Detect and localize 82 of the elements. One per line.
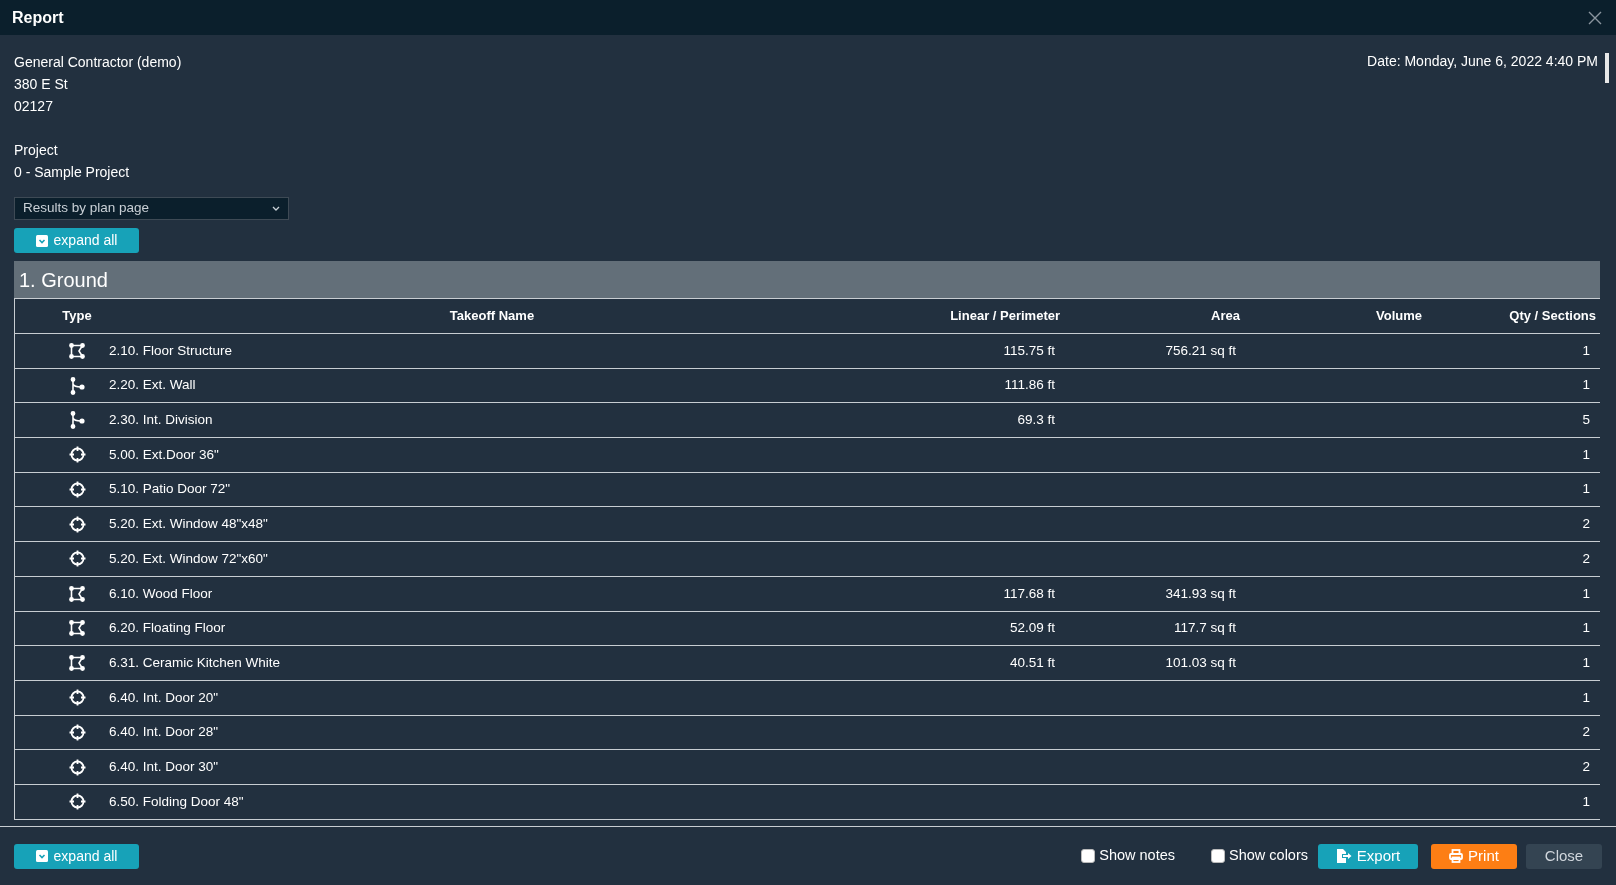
qty-value: 1 — [1582, 689, 1590, 705]
crosshair-icon — [68, 515, 86, 533]
checkbox[interactable] — [1081, 849, 1096, 863]
report-date: Date: Monday, June 6, 2022 4:40 PM — [1367, 52, 1598, 71]
column-header: Volume — [1375, 307, 1422, 326]
takeoff-name: 5.10. Patio Door 72" — [109, 480, 232, 499]
qty-value: 5 — [1582, 412, 1590, 428]
column-header: Type — [61, 307, 93, 326]
linear-value: 111.86 ft — [1004, 377, 1055, 393]
takeoff-name: 5.00. Ext.Door 36" — [109, 445, 220, 464]
takeoff-name: 2.20. Ext. Wall — [109, 376, 197, 395]
takeoff-name: 6.50. Folding Door 48" — [109, 792, 245, 811]
area-value: 341.93 sq ft — [1165, 585, 1236, 601]
qty-value: 2 — [1582, 724, 1590, 740]
crosshair-icon — [68, 723, 86, 741]
qty-value: 2 — [1582, 516, 1590, 532]
crosshair-icon — [68, 793, 86, 811]
branch-line-icon — [69, 376, 85, 395]
company-zip: 02127 — [14, 97, 54, 116]
caret-down-icon — [35, 850, 48, 862]
company-name: General Contractor (demo) — [14, 53, 182, 72]
branch-line-icon — [69, 411, 85, 430]
column-header: Qty / Sections — [1508, 307, 1597, 326]
qty-value: 1 — [1582, 793, 1590, 809]
expand-all-button[interactable]: expand all — [14, 843, 139, 869]
qty-value: 2 — [1582, 758, 1590, 774]
file-export-icon — [1335, 849, 1352, 863]
polygon-area-icon — [69, 585, 85, 602]
project-label: Project — [14, 141, 59, 160]
polygon-area-icon — [69, 620, 85, 637]
polygon-area-icon — [69, 342, 85, 359]
qty-value: 2 — [1582, 550, 1590, 566]
caret-down-icon — [35, 234, 48, 247]
qty-value: 1 — [1582, 446, 1590, 462]
area-value: 756.21 sq ft — [1165, 342, 1236, 358]
qty-value: 1 — [1582, 377, 1590, 393]
company-street: 380 E St — [14, 75, 69, 94]
printer-icon — [1449, 849, 1464, 863]
export-button[interactable]: Export — [1318, 843, 1418, 869]
chevron-down-icon — [272, 205, 280, 212]
checkbox[interactable] — [1211, 849, 1225, 863]
project-name: 0 - Sample Project — [14, 163, 131, 182]
checkbox-label: Show notes — [1099, 846, 1175, 866]
takeoff-name: 6.40. Int. Door 20" — [109, 688, 220, 707]
takeoff-name: 6.31. Ceramic Kitchen White — [109, 653, 282, 672]
takeoff-name: 2.10. Floor Structure — [109, 341, 234, 360]
linear-value: 52.09 ft — [1009, 620, 1055, 636]
qty-value: 1 — [1582, 585, 1590, 601]
crosshair-icon — [68, 481, 86, 499]
linear-value: 115.75 ft — [1003, 342, 1055, 358]
group-header[interactable]: 1. Ground — [14, 261, 1600, 298]
window-title: Report — [12, 7, 64, 28]
takeoff-name: 2.30. Int. Division — [109, 411, 214, 430]
view-select[interactable]: Results by plan page — [14, 197, 289, 220]
area-value: 101.03 sq ft — [1165, 654, 1236, 670]
crosshair-icon — [68, 446, 86, 464]
takeoff-name: 6.10. Wood Floor — [109, 584, 214, 603]
qty-value: 1 — [1582, 481, 1590, 497]
linear-value: 40.51 ft — [1009, 654, 1055, 670]
area-value: 117.7 sq ft — [1173, 620, 1236, 636]
column-header: Area — [1210, 307, 1240, 326]
crosshair-icon — [68, 689, 86, 707]
takeoff-name: 5.20. Ext. Window 48"x48" — [109, 515, 269, 534]
linear-value: 69.3 ft — [1017, 412, 1055, 428]
expand-all-button[interactable]: expand all — [14, 228, 139, 253]
takeoff-name: 5.20. Ext. Window 72"x60" — [109, 549, 269, 568]
polygon-area-icon — [69, 655, 85, 672]
takeoff-name: 6.20. Floating Floor — [109, 619, 227, 638]
print-button[interactable]: Print — [1431, 843, 1517, 869]
linear-value: 117.68 ft — [1003, 585, 1055, 601]
qty-value: 1 — [1582, 620, 1590, 636]
qty-value: 1 — [1582, 654, 1590, 670]
crosshair-icon — [68, 758, 86, 776]
close-icon[interactable] — [1588, 10, 1602, 25]
close-button[interactable]: Close — [1526, 843, 1602, 869]
crosshair-icon — [68, 550, 86, 568]
column-header: Takeoff Name — [448, 307, 536, 326]
takeoff-name: 6.40. Int. Door 30" — [109, 757, 220, 776]
takeoff-name: 6.40. Int. Door 28" — [109, 723, 220, 742]
checkbox-label: Show colors — [1229, 846, 1308, 866]
column-header: Linear / Perimeter — [949, 307, 1060, 326]
qty-value: 1 — [1582, 342, 1590, 358]
